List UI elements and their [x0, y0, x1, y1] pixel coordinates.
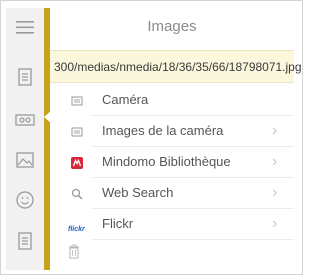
hamburger-icon[interactable]	[14, 16, 36, 38]
menu-item-camera-roll[interactable]: Images de la caméra ›	[50, 116, 294, 147]
document-icon[interactable]	[14, 230, 36, 252]
divider	[92, 239, 294, 240]
menu-item-label: Images de la caméra	[102, 123, 224, 138]
menu-item-label: Mindomo Bibliothèque	[102, 154, 231, 169]
image-icon[interactable]	[14, 149, 36, 171]
emoji-icon[interactable]	[14, 189, 36, 211]
link-icon[interactable]	[14, 109, 36, 131]
url-bar[interactable]: 300/medias/nmedia/18/36/35/66/18798071.j…	[50, 50, 302, 83]
note-icon[interactable]	[14, 66, 36, 88]
menu-item-label: Web Search	[102, 185, 174, 200]
flickr-icon: flickr	[68, 218, 90, 233]
chevron-right-icon: ›	[272, 184, 278, 201]
camera-icon	[70, 94, 84, 108]
url-text[interactable]: 300/medias/nmedia/18/36/35/66/18798071.j…	[54, 60, 302, 74]
menu-item-mindomo-library[interactable]: Mindomo Bibliothèque ›	[50, 147, 294, 178]
panel-pointer	[44, 110, 52, 124]
flickr-logo-text: flickr	[68, 226, 85, 233]
sidebar	[6, 8, 44, 270]
images-panel: Images 300/medias/nmedia/18/36/35/66/187…	[50, 8, 302, 270]
camera-roll-icon	[70, 125, 84, 139]
mindomo-icon	[70, 156, 84, 170]
search-icon	[70, 187, 84, 201]
panel-title: Images	[147, 18, 197, 35]
menu-item-label: Caméra	[102, 92, 149, 107]
trash-icon[interactable]	[67, 244, 81, 260]
menu-item-camera[interactable]: Caméra	[50, 85, 294, 116]
chevron-right-icon: ›	[272, 215, 278, 232]
menu-item-flickr[interactable]: flickr Flickr ›	[50, 209, 294, 240]
menu-item-label: Flickr	[102, 216, 134, 231]
menu-item-web-search[interactable]: Web Search ›	[50, 178, 294, 209]
chevron-right-icon: ›	[272, 122, 278, 139]
chevron-right-icon: ›	[272, 153, 278, 170]
